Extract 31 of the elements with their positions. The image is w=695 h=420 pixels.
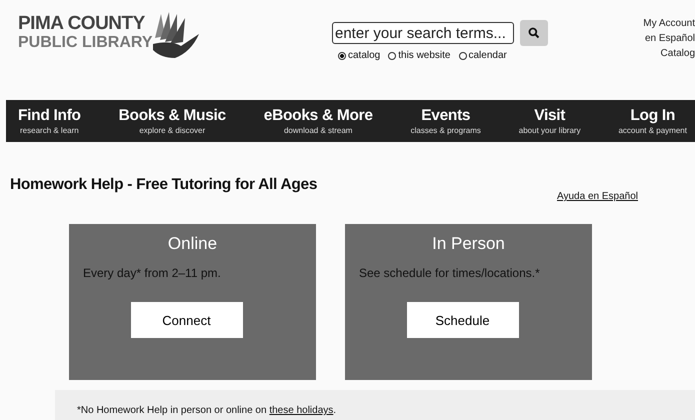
search-button[interactable] — [520, 20, 548, 46]
logo-text[interactable]: PIMA COUNTY — [18, 14, 153, 34]
header-link[interactable]: My Account — [643, 16, 695, 31]
card-text: See schedule for times/locations.* — [359, 266, 540, 280]
radio-label[interactable]: this website — [398, 50, 450, 61]
book-icon[interactable] — [150, 10, 201, 60]
page-title: Homework Help - Free Tutoring for All Ages — [10, 176, 318, 194]
nav-item[interactable]: Log In account & payment — [618, 106, 687, 136]
nav-item[interactable]: Books & Music explore & discover — [118, 106, 226, 136]
nav-item[interactable]: Find Info research & learn — [18, 106, 81, 136]
logo-text[interactable]: PUBLIC LIBRARY — [18, 34, 153, 52]
radio-label[interactable]: calendar — [468, 50, 507, 61]
search-field[interactable]: enter your search terms... — [332, 22, 514, 44]
card-button[interactable]: Connect — [130, 302, 242, 338]
radio-button[interactable] — [338, 52, 346, 60]
card-button[interactable]: Schedule — [406, 302, 518, 338]
footnote-text: *No Homework Help in person or online on these holidays. — [76, 404, 338, 416]
radio-button[interactable] — [388, 52, 396, 60]
nav-item[interactable]: Events classes & programs — [410, 106, 481, 136]
card-text: Every day* from 2–11 pm. — [83, 266, 221, 280]
holidays-link[interactable]: these holidays — [269, 405, 334, 416]
search-icon — [528, 27, 540, 39]
nav-item[interactable]: Visit about your library — [518, 106, 581, 136]
card-title: In Person — [432, 234, 505, 254]
header-link[interactable]: en Español — [644, 31, 695, 46]
radio-label[interactable]: catalog — [348, 50, 380, 61]
header-link[interactable]: Catalog — [660, 46, 695, 61]
radio-button[interactable] — [458, 52, 466, 60]
language-link[interactable]: Ayuda en Español — [557, 191, 638, 202]
card-title: Online — [168, 234, 218, 254]
nav-item[interactable]: eBooks & More download & stream — [264, 106, 373, 136]
